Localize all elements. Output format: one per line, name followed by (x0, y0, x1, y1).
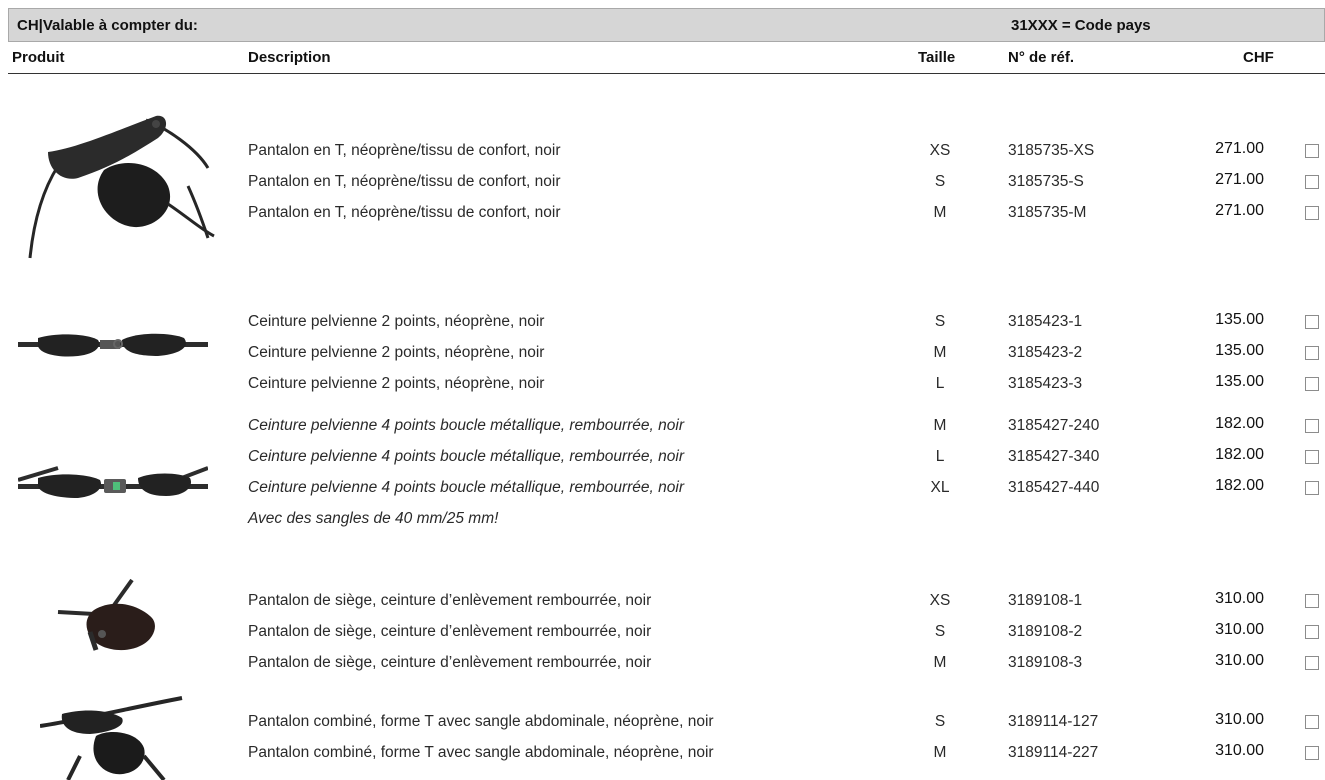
order-checkbox[interactable] (1305, 594, 1319, 608)
col-ref: N° de réf. (1008, 49, 1075, 66)
order-checkbox[interactable] (1305, 377, 1319, 391)
product-size: S (934, 313, 946, 330)
country-header-bar: CH|Valable à compter du: 31XXX = Code pa… (8, 8, 1325, 42)
order-checkbox[interactable] (1305, 315, 1319, 329)
product-price: 135.00 (1215, 342, 1264, 359)
product-price: 310.00 (1215, 742, 1264, 759)
product-price: 310.00 (1215, 590, 1264, 607)
order-checkbox[interactable] (1305, 419, 1319, 433)
product-price: 135.00 (1215, 311, 1264, 328)
col-description: Description (248, 49, 331, 66)
order-checkbox[interactable] (1305, 715, 1319, 729)
product-ref: 3189114-227 (1008, 744, 1099, 761)
product-size: S (934, 623, 946, 640)
product-ref: 3189108-1 (1008, 592, 1083, 609)
order-checkbox[interactable] (1305, 450, 1319, 464)
product-size: M (933, 744, 947, 761)
order-checkbox[interactable] (1305, 656, 1319, 670)
product-ref: 3185427-240 (1008, 417, 1100, 434)
order-checkbox[interactable] (1305, 206, 1319, 220)
product-ref: 3185735-XS (1008, 142, 1095, 159)
seat-pant-icon (57, 578, 155, 651)
product-note: Avec des sangles de 40 mm/25 mm! (248, 510, 499, 527)
combined-pant-icon (40, 696, 183, 780)
product-size: M (933, 417, 947, 434)
product-description: Pantalon de siège, ceinture d’enlèvement… (248, 623, 652, 640)
product-price: 182.00 (1215, 415, 1264, 432)
order-checkbox[interactable] (1305, 746, 1319, 760)
col-size: Taille (918, 49, 956, 66)
product-price: 271.00 (1215, 140, 1264, 157)
col-product: Produit (12, 49, 65, 66)
product-description: Ceinture pelvienne 2 points, néoprène, n… (248, 344, 545, 361)
product-size: XL (930, 479, 950, 496)
product-price: 182.00 (1215, 446, 1264, 463)
product-description: Ceinture pelvienne 2 points, néoprène, n… (248, 375, 545, 392)
product-description: Ceinture pelvienne 4 points boucle métal… (248, 479, 684, 496)
product-ref: 3185735-M (1008, 204, 1087, 221)
product-price: 271.00 (1215, 202, 1264, 219)
product-size: L (935, 448, 945, 465)
product-size: S (934, 713, 946, 730)
product-ref: 3189108-2 (1008, 623, 1083, 640)
validity-title: CH|Valable à compter du: (17, 17, 198, 34)
product-price: 182.00 (1215, 477, 1264, 494)
product-description: Ceinture pelvienne 4 points boucle métal… (248, 417, 684, 434)
product-ref: 3185423-1 (1008, 313, 1083, 330)
column-header-row: Produit Description Taille N° de réf. CH… (8, 42, 1325, 74)
product-size: XS (929, 142, 951, 159)
product-price: 310.00 (1215, 621, 1264, 638)
product-ref: 3185423-2 (1008, 344, 1083, 361)
product-description: Pantalon en T, néoprène/tissu de confort… (248, 204, 561, 221)
product-description: Ceinture pelvienne 4 points boucle métal… (248, 448, 684, 465)
product-size: M (933, 204, 947, 221)
product-price: 310.00 (1215, 711, 1264, 728)
product-description: Ceinture pelvienne 2 points, néoprène, n… (248, 313, 545, 330)
product-price: 135.00 (1215, 373, 1264, 390)
product-size: M (933, 654, 947, 671)
product-description: Pantalon en T, néoprène/tissu de confort… (248, 142, 561, 159)
product-ref: 3185427-440 (1008, 479, 1100, 496)
col-price: CHF (1243, 49, 1274, 66)
product-size: XS (929, 592, 951, 609)
product-size: M (933, 344, 947, 361)
product-description: Pantalon combiné, forme T avec sangle ab… (248, 713, 714, 730)
product-description: Pantalon en T, néoprène/tissu de confort… (248, 173, 561, 190)
product-price: 271.00 (1215, 171, 1264, 188)
product-price: 310.00 (1215, 652, 1264, 669)
order-checkbox[interactable] (1305, 481, 1319, 495)
product-ref: 3189114-127 (1008, 713, 1099, 730)
order-checkbox[interactable] (1305, 175, 1319, 189)
t-shaped-pant-icon (28, 115, 215, 259)
product-ref: 3185735-S (1008, 173, 1084, 190)
order-checkbox[interactable] (1305, 144, 1319, 158)
product-size: L (935, 375, 945, 392)
country-code-note: 31XXX = Code pays (1011, 17, 1151, 34)
pelvic-belt-4pt-icon (18, 466, 208, 498)
product-ref: 3185427-340 (1008, 448, 1100, 465)
product-description: Pantalon de siège, ceinture d’enlèvement… (248, 654, 652, 671)
product-size: S (934, 173, 946, 190)
product-description: Pantalon combiné, forme T avec sangle ab… (248, 744, 714, 761)
product-description: Pantalon de siège, ceinture d’enlèvement… (248, 592, 652, 609)
pelvic-belt-2pt-icon (18, 333, 208, 357)
product-ref: 3189108-3 (1008, 654, 1083, 671)
product-ref: 3185423-3 (1008, 375, 1083, 392)
order-checkbox[interactable] (1305, 346, 1319, 360)
order-checkbox[interactable] (1305, 625, 1319, 639)
